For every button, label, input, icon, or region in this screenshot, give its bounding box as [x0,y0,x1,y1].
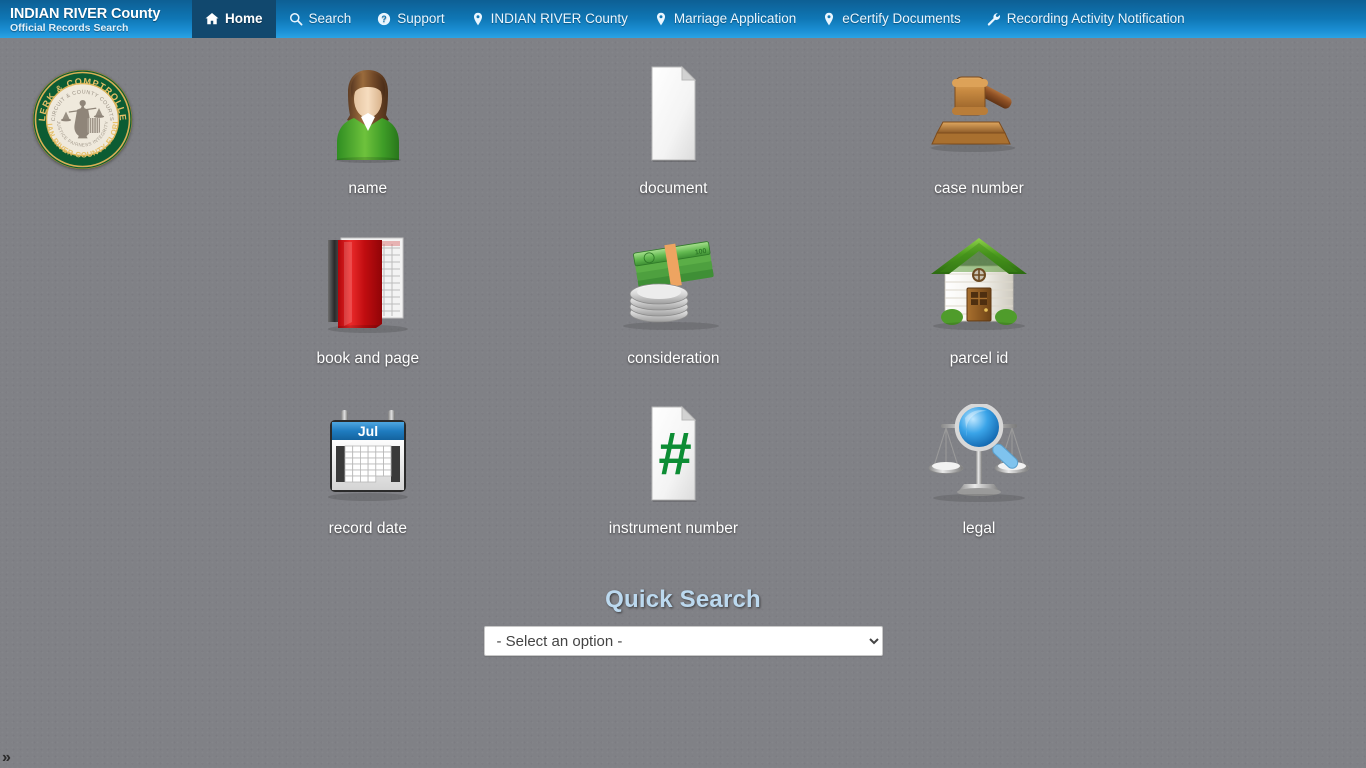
grid-item-book-and-page[interactable]: book and page [215,228,521,398]
grid-item-consideration-label: consideration [627,350,720,367]
scales-magnifier-icon [924,398,1034,510]
grid-item-instrument-number-label: instrument number [608,520,738,537]
brand-title: INDIAN RIVER County [10,6,161,22]
gavel-icon [929,58,1029,170]
grid-item-document-label: document [639,180,708,197]
grid-item-case-number-label: case number [934,180,1024,197]
nav-item-support-label: Support [397,11,445,26]
grid-item-name[interactable]: name [215,58,521,228]
svg-text:#: # [659,420,692,487]
nav-item-ecertify-documents-label: eCertify Documents [842,11,961,26]
nav-menu: Home Search ? Support INDIAN RIVER Count… [192,0,1366,38]
grid-item-name-label: name [348,180,388,197]
nav-item-marriage-application[interactable]: Marriage Application [641,0,809,38]
grid-item-legal[interactable]: legal [826,398,1132,568]
map-pin-icon [822,12,836,26]
question-circle-icon: ? [377,12,391,26]
search-options-grid: name document case number book and page … [215,58,1132,568]
nav-item-recording-activity-notification[interactable]: Recording Activity Notification [974,0,1198,38]
grid-item-record-date[interactable]: Jul record date [215,398,521,568]
seal-artwork: CLERK & COMPTROLLER INDIAN RIVER COUNTY … [33,70,132,169]
grid-item-record-date-label: record date [328,520,407,537]
map-pin-icon [654,12,668,26]
nav-item-search-label: Search [308,11,352,26]
grid-row: Jul record date # instrument number lega… [215,398,1132,568]
quick-search-select[interactable]: - Select an option - [483,626,883,656]
grid-item-legal-label: legal [962,520,996,537]
nav-item-ecertify-documents[interactable]: eCertify Documents [809,0,974,38]
nav-item-recording-activity-notification-label: Recording Activity Notification [1006,11,1185,26]
expand-panel-toggle[interactable]: » [2,750,11,766]
nav-item-search[interactable]: Search [276,0,365,38]
clerk-comptroller-seal[interactable]: CLERK & COMPTROLLER INDIAN RIVER COUNTY … [33,70,132,169]
grid-item-instrument-number[interactable]: # instrument number [521,398,827,568]
house-icon [927,228,1031,340]
grid-item-parcel-id-label: parcel id [949,350,1009,367]
map-pin-icon [471,12,485,26]
brand-block[interactable]: INDIAN RIVER County Official Records Sea… [0,0,192,38]
top-navigation-bar: INDIAN RIVER County Official Records Sea… [0,0,1366,38]
quick-search-section: Quick Search - Select an option - [0,586,1366,656]
nav-item-county-label: INDIAN RIVER County [490,11,628,26]
grid-row: name document case number [215,58,1132,228]
red-book-icon [322,228,414,340]
blank-document-icon [635,58,711,170]
hash-document-icon: # [635,398,711,510]
quick-search-title: Quick Search [605,586,761,613]
nav-item-support[interactable]: ? Support [364,0,457,38]
grid-row: book and page 100 consideration parcel i… [215,228,1132,398]
person-avatar-icon [329,58,407,170]
nav-item-home-label: Home [225,11,263,26]
nav-item-home[interactable]: Home [192,0,276,38]
home-icon [205,12,219,26]
grid-item-case-number[interactable]: case number [826,58,1132,228]
brand-subtitle: Official Records Search [10,22,129,34]
calendar-icon: Jul [322,398,414,510]
wrench-icon [987,12,1001,26]
money-coins-icon: 100 [619,228,727,340]
grid-item-document[interactable]: document [521,58,827,228]
nav-item-county[interactable]: INDIAN RIVER County [458,0,641,38]
svg-text:?: ? [382,14,387,24]
calendar-month-label: Jul [358,423,378,439]
grid-item-parcel-id[interactable]: parcel id [826,228,1132,398]
search-icon [289,12,303,26]
nav-item-marriage-application-label: Marriage Application [673,11,797,26]
grid-item-consideration[interactable]: 100 consideration [521,228,827,398]
grid-item-book-and-page-label: book and page [316,350,420,367]
